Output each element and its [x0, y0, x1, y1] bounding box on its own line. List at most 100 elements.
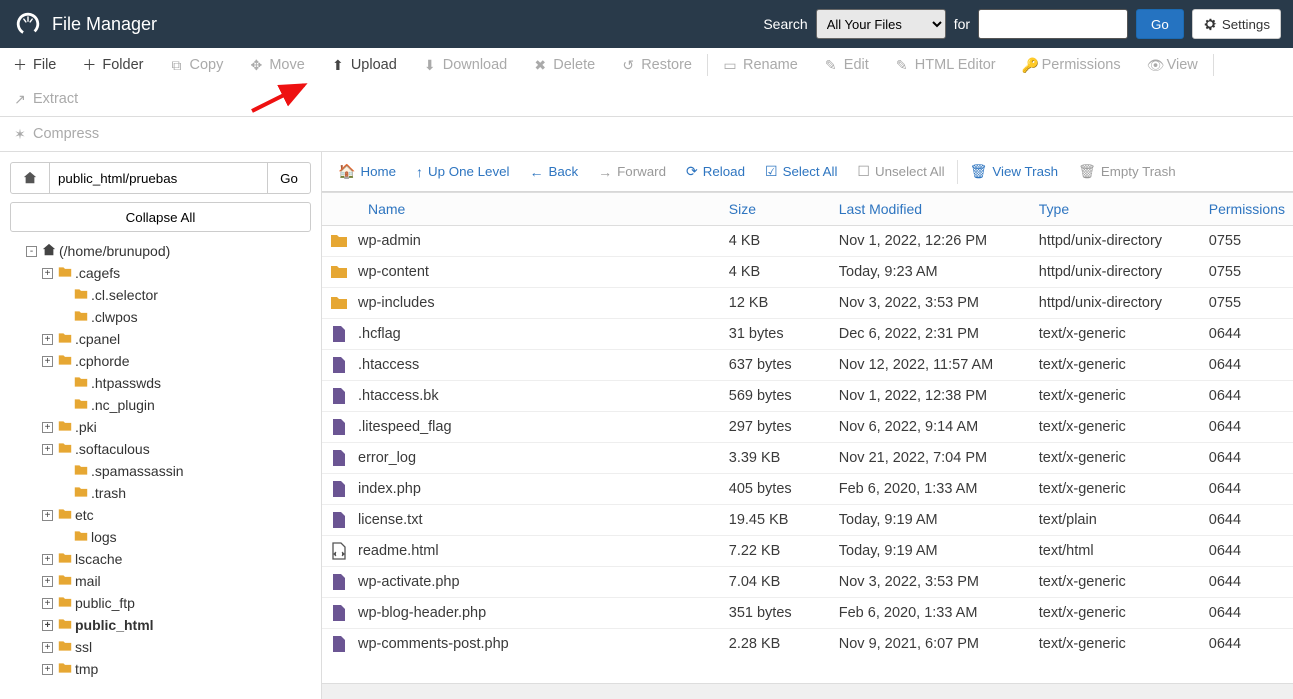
tree-expander-icon[interactable]: +	[42, 642, 53, 653]
table-row[interactable]: .htaccess.bk569 bytesNov 1, 2022, 12:38 …	[322, 381, 1293, 412]
settings-button[interactable]: Settings	[1192, 9, 1281, 39]
tree-item[interactable]: +.cagefs	[12, 262, 311, 284]
table-row[interactable]: wp-content4 KBToday, 9:23 AMhttpd/unix-d…	[322, 257, 1293, 288]
tree-item[interactable]: -(/home/brunupod)	[12, 240, 311, 262]
tree-item[interactable]: +lscache	[12, 548, 311, 570]
delete-button[interactable]: ✖Delete	[520, 48, 608, 82]
search-group: Search All Your Files for Go Settings	[763, 9, 1281, 39]
table-row[interactable]: wp-comments-post.php2.28 KBNov 9, 2021, …	[322, 629, 1293, 660]
path-input[interactable]	[50, 162, 267, 194]
tree-item[interactable]: .spamassassin	[12, 460, 311, 482]
file-table-wrapper[interactable]: Name Size Last Modified Type Permissions…	[322, 192, 1293, 683]
folder-icon	[58, 617, 72, 634]
view-trash-button[interactable]: 🗑View Trash	[960, 152, 1068, 192]
tree-item-label: .pki	[75, 419, 97, 435]
tree-item[interactable]: .htpasswds	[12, 372, 311, 394]
file-modified: Today, 9:19 AM	[831, 505, 1031, 536]
search-go-button[interactable]: Go	[1136, 9, 1184, 39]
tree-item[interactable]: + .pki	[12, 416, 311, 438]
table-row[interactable]: .hcflag31 bytesDec 6, 2022, 2:31 PMtext/…	[322, 319, 1293, 350]
empty-trash-button[interactable]: 🗑Empty Trash	[1068, 152, 1186, 192]
compress-button[interactable]: ✶Compress	[0, 117, 112, 151]
file-modified: Feb 6, 2020, 1:33 AM	[831, 598, 1031, 629]
tree-expander-icon[interactable]: +	[42, 620, 53, 631]
path-go-button[interactable]: Go	[267, 162, 311, 194]
copy-button[interactable]: ⧉Copy	[156, 48, 236, 82]
table-row[interactable]: index.php405 bytesFeb 6, 2020, 1:33 AMte…	[322, 474, 1293, 505]
table-row[interactable]: .htaccess637 bytesNov 12, 2022, 11:57 AM…	[322, 350, 1293, 381]
table-row[interactable]: wp-admin4 KBNov 1, 2022, 12:26 PMhttpd/u…	[322, 226, 1293, 257]
table-row[interactable]: wp-includes12 KBNov 3, 2022, 3:53 PMhttp…	[322, 288, 1293, 319]
tree-expander-icon[interactable]: +	[42, 444, 53, 455]
table-row[interactable]: .litespeed_flag297 bytesNov 6, 2022, 9:1…	[322, 412, 1293, 443]
html-editor-button[interactable]: ✎HTML Editor	[882, 48, 1009, 82]
move-button[interactable]: ✥Move	[236, 48, 317, 82]
new-folder-button[interactable]: ＋Folder	[69, 48, 156, 82]
rename-button[interactable]: ▭Rename	[710, 48, 811, 82]
table-row[interactable]: readme.html7.22 KBToday, 9:19 AMtext/htm…	[322, 536, 1293, 567]
tree-expander-icon[interactable]: +	[42, 598, 53, 609]
tree-item[interactable]: +mail	[12, 570, 311, 592]
col-header-type[interactable]: Type	[1031, 193, 1201, 226]
tree-item[interactable]: +tmp	[12, 658, 311, 680]
home-button[interactable]	[10, 162, 50, 194]
tree-item[interactable]: +public_ftp	[12, 592, 311, 614]
nav-home-button[interactable]: 🏠Home	[328, 152, 406, 192]
tree-expander-icon[interactable]: +	[42, 422, 53, 433]
folder-icon	[58, 661, 72, 678]
tree-item[interactable]: +etc	[12, 504, 311, 526]
up-arrow-icon: ↑	[416, 164, 423, 180]
col-header-size[interactable]: Size	[721, 193, 831, 226]
table-row[interactable]: error_log3.39 KBNov 21, 2022, 7:04 PMtex…	[322, 443, 1293, 474]
nav-up-button[interactable]: ↑Up One Level	[406, 152, 520, 192]
tree-item[interactable]: .clwpos	[12, 306, 311, 328]
tree-expander-icon[interactable]: +	[42, 510, 53, 521]
tree-item[interactable]: logs	[12, 526, 311, 548]
search-scope-select[interactable]: All Your Files	[816, 9, 946, 39]
file-type: text/x-generic	[1031, 319, 1201, 350]
new-file-button[interactable]: ＋File	[0, 48, 69, 82]
tree-item[interactable]: .trash	[12, 482, 311, 504]
tree-item[interactable]: + ssl	[12, 636, 311, 658]
reload-button[interactable]: ⟳Reload	[676, 152, 755, 192]
tree-expander-icon[interactable]: +	[42, 334, 53, 345]
col-header-name[interactable]: Name	[322, 193, 721, 226]
restore-button[interactable]: ↺Restore	[608, 48, 705, 82]
permissions-button[interactable]: 🔑Permissions	[1009, 48, 1134, 82]
edit-button[interactable]: ✎Edit	[811, 48, 882, 82]
tree-expander-icon[interactable]: -	[26, 246, 37, 257]
tree-item[interactable]: .nc_plugin	[12, 394, 311, 416]
tree-item-label: ssl	[75, 639, 92, 655]
tree-expander-icon[interactable]: +	[42, 356, 53, 367]
tree-item[interactable]: +.softaculous	[12, 438, 311, 460]
nav-back-button[interactable]: ←Back	[520, 152, 589, 192]
folder-icon	[330, 263, 348, 281]
tree-item-label: .trash	[91, 485, 126, 501]
horizontal-scrollbar[interactable]	[322, 683, 1293, 699]
view-button[interactable]: 👁View	[1134, 48, 1211, 82]
tree-expander-icon[interactable]: +	[42, 554, 53, 565]
extract-button[interactable]: ↗Extract	[0, 82, 91, 116]
file-name: wp-includes	[358, 295, 435, 311]
file-modified: Today, 9:19 AM	[831, 536, 1031, 567]
tree-item[interactable]: +public_html	[12, 614, 311, 636]
tree-expander-icon[interactable]: +	[42, 268, 53, 279]
select-all-button[interactable]: ☑Select All	[755, 152, 847, 192]
table-row[interactable]: license.txt19.45 KBToday, 9:19 AMtext/pl…	[322, 505, 1293, 536]
table-row[interactable]: wp-activate.php7.04 KBNov 3, 2022, 3:53 …	[322, 567, 1293, 598]
table-row[interactable]: wp-blog-header.php351 bytesFeb 6, 2020, …	[322, 598, 1293, 629]
content-panel: 🏠Home ↑Up One Level ←Back →Forward ⟳Relo…	[322, 152, 1293, 699]
nav-forward-button[interactable]: →Forward	[588, 152, 676, 192]
collapse-all-button[interactable]: Collapse All	[10, 202, 311, 232]
search-input[interactable]	[978, 9, 1128, 39]
col-header-modified[interactable]: Last Modified	[831, 193, 1031, 226]
tree-item[interactable]: +.cphorde	[12, 350, 311, 372]
upload-button[interactable]: ⬆Upload	[318, 48, 410, 82]
tree-expander-icon[interactable]: +	[42, 576, 53, 587]
unselect-all-button[interactable]: ☐Unselect All	[847, 152, 954, 192]
tree-item[interactable]: +.cpanel	[12, 328, 311, 350]
tree-item[interactable]: .cl.selector	[12, 284, 311, 306]
col-header-permissions[interactable]: Permissions	[1201, 193, 1293, 226]
download-button[interactable]: ⬇Download	[410, 48, 521, 82]
tree-expander-icon[interactable]: +	[42, 664, 53, 675]
